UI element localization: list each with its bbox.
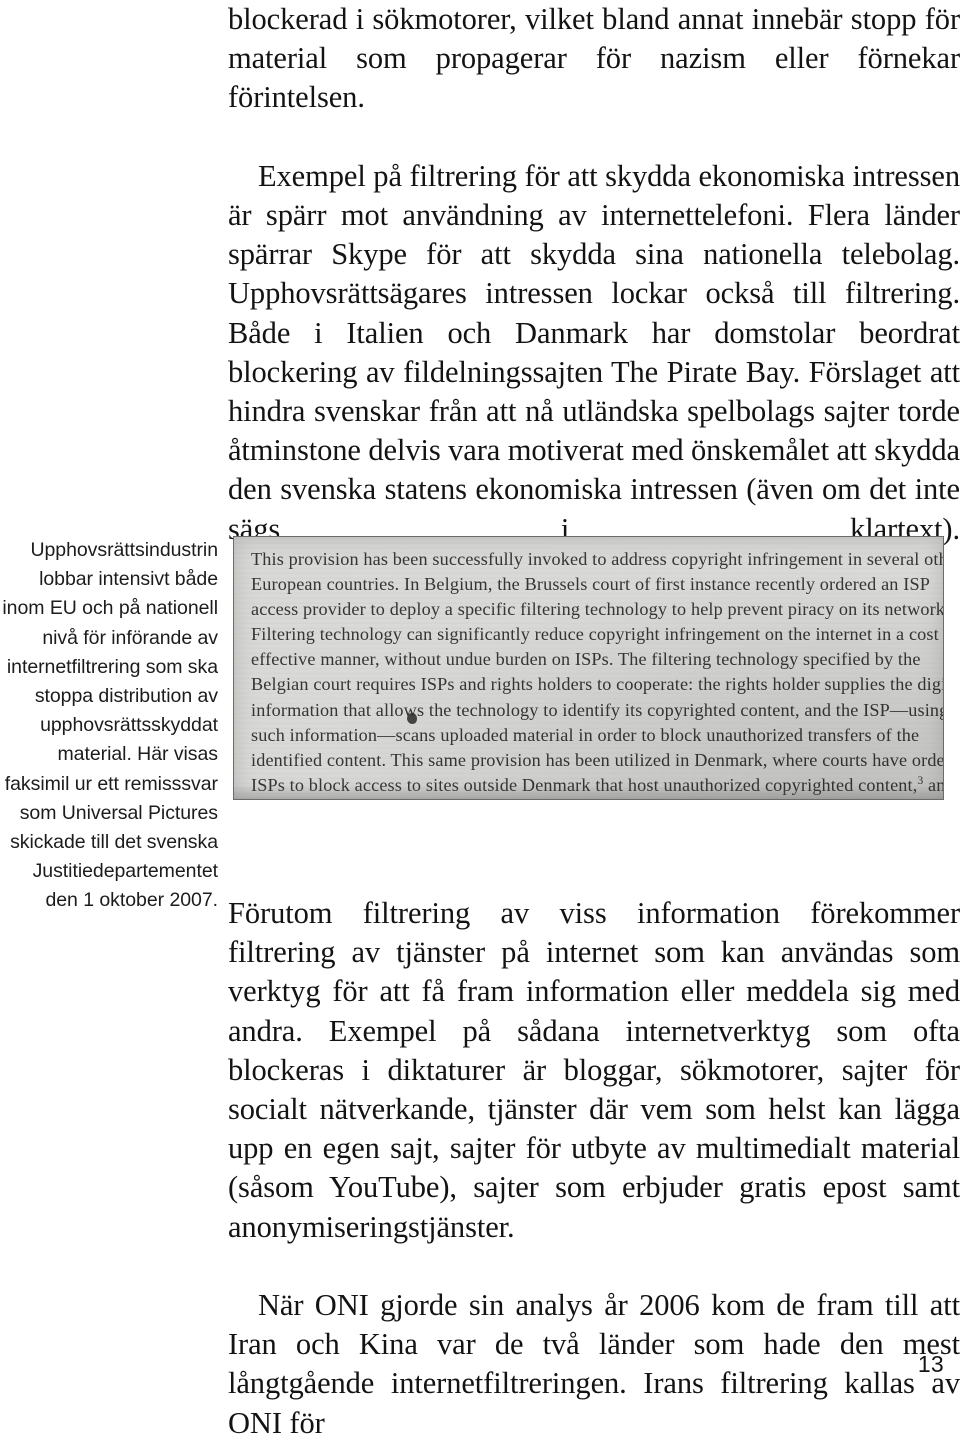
facsimile-line-text: access provider to deploy a specific fil… bbox=[251, 599, 944, 620]
scan-edge-shadow bbox=[234, 785, 943, 799]
paragraph-services-filtering: Förutom filtrering av viss information f… bbox=[228, 896, 960, 1244]
paragraph-oni-analysis: När ONI gjorde sin analys år 2006 kom de… bbox=[228, 1288, 960, 1440]
scan-toner-blob bbox=[407, 713, 417, 724]
facsimile-line: such information—scans uploaded material… bbox=[251, 724, 920, 745]
facsimile-text: This provision has been successfully inv… bbox=[251, 547, 944, 799]
facsimile-line: Belgian court requires ISPs and rights h… bbox=[251, 674, 944, 695]
facsimile-line: effective manner, without undue burden o… bbox=[251, 649, 921, 670]
page-number: 13 bbox=[917, 1351, 944, 1377]
paragraph-economic-filtering: Exempel på filtrering för att skydda eko… bbox=[228, 158, 960, 546]
facsimile-figure: This provision has been successfully inv… bbox=[233, 536, 944, 800]
facsimile-caption: Upphovsrättsindustrin lobbar intensivt b… bbox=[2, 539, 218, 912]
paragraph-continued-top: blockerad i sökmotorer, vilket bland ann… bbox=[228, 2, 960, 115]
facsimile-line: information that allows the technology t… bbox=[251, 699, 944, 720]
document-page: blockerad i sökmotorer, vilket bland ann… bbox=[0, 0, 960, 1440]
facsimile-line: Filtering technology can significantly r… bbox=[251, 624, 939, 645]
facsimile-line: access provider to deploy a specific fil… bbox=[251, 597, 943, 622]
facsimile-line: European countries. In Belgium, the Brus… bbox=[251, 574, 930, 595]
facsimile-line: This provision has been successfully inv… bbox=[251, 549, 944, 569]
facsimile-line: identified content. This same provision … bbox=[251, 749, 944, 770]
